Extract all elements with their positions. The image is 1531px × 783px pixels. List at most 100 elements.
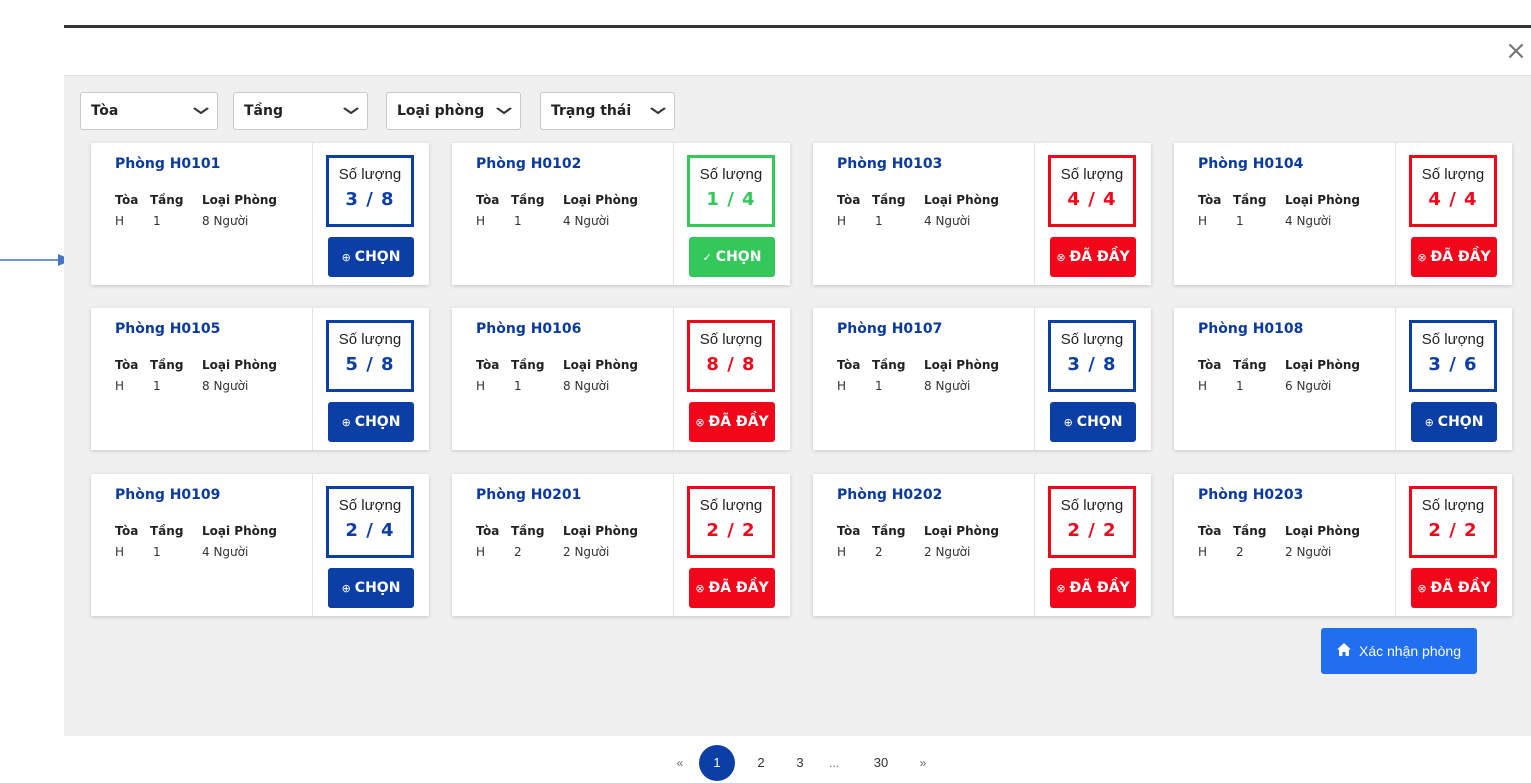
button-label: CHỌN	[354, 414, 401, 430]
room-full-button[interactable]: ⊗ ĐÃ ĐẦY	[1050, 237, 1136, 277]
occupancy-label: Số lượng	[699, 331, 763, 348]
room-type-value: 4 Người	[563, 214, 610, 228]
floor-header: Tầng	[1233, 358, 1267, 372]
select-room-button[interactable]: ⊕ CHỌN	[328, 402, 414, 442]
occupancy-count: 4 / 4	[1428, 189, 1478, 210]
occupancy-count: 2 / 2	[1428, 520, 1478, 541]
room-card: Phòng H0103 Tòa Tầng Loại Phòng H 1 4 Người Số …	[813, 143, 1151, 285]
card-divider	[673, 308, 674, 450]
room-type-value: 4 Người	[202, 545, 249, 559]
building-header: Tòa	[1198, 524, 1222, 538]
floor-header: Tầng	[872, 358, 906, 372]
occupancy-count: 3 / 6	[1428, 354, 1478, 375]
confirm-room-label: Xác nhận phòng	[1359, 643, 1461, 659]
room-type-value: 8 Người	[202, 214, 249, 228]
building-header: Tòa	[476, 358, 500, 372]
filter-label: Trạng thái	[551, 103, 632, 119]
circle-x-icon: ⊗	[1417, 581, 1427, 595]
building-value: H	[115, 379, 125, 393]
building-header: Tòa	[837, 358, 861, 372]
occupancy-box: Số lượng 3 / 8	[326, 155, 414, 227]
select-room-button[interactable]: ⊕ CHỌN	[1411, 402, 1497, 442]
check-icon: ✓	[702, 250, 712, 264]
confirm-room-button[interactable]: Xác nhận phòng	[1321, 628, 1477, 674]
close-icon[interactable]: ×	[1505, 38, 1527, 64]
floor-value: 2	[875, 545, 883, 559]
floor-value: 2	[1236, 545, 1244, 559]
building-value: H	[837, 379, 847, 393]
button-label: ĐÃ ĐẦY	[708, 580, 769, 596]
room-full-button[interactable]: ⊗ ĐÃ ĐẦY	[689, 402, 775, 442]
room-full-button[interactable]: ⊗ ĐÃ ĐẦY	[1411, 237, 1497, 277]
room-name: Phòng H0102	[476, 156, 582, 172]
card-divider	[312, 143, 313, 285]
building-header: Tòa	[476, 524, 500, 538]
next-page-button[interactable]: »	[917, 745, 929, 781]
card-divider	[1034, 474, 1035, 616]
select-room-button[interactable]: ⊕ CHỌN	[1050, 402, 1136, 442]
room-full-button[interactable]: ⊗ ĐÃ ĐẦY	[1411, 568, 1497, 608]
building-value: H	[476, 214, 486, 228]
room-card: Phòng H0102 Tòa Tầng Loại Phòng H 1 4 Người Số …	[452, 143, 790, 285]
floor-value: 1	[153, 214, 161, 228]
card-divider	[1034, 143, 1035, 285]
occupancy-count: 2 / 4	[345, 520, 395, 541]
chevron-down-icon	[650, 104, 667, 118]
floor-value: 2	[514, 545, 522, 559]
floor-header: Tầng	[872, 193, 906, 207]
page-button[interactable]: 30	[868, 745, 894, 781]
occupancy-label: Số lượng	[1421, 331, 1485, 348]
page-button[interactable]: 1	[699, 745, 735, 781]
card-divider	[1395, 143, 1396, 285]
floor-value: 1	[1236, 379, 1244, 393]
page-button[interactable]: 2	[748, 745, 774, 781]
room-full-button[interactable]: ⊗ ĐÃ ĐẦY	[1050, 568, 1136, 608]
modal-header: ×	[64, 28, 1531, 76]
filter-select-1[interactable]: Tầng	[233, 92, 368, 130]
floor-header: Tầng	[872, 524, 906, 538]
room-type-value: 2 Người	[924, 545, 971, 559]
card-divider	[1034, 308, 1035, 450]
home-icon	[1337, 643, 1351, 659]
occupancy-label: Số lượng	[338, 497, 402, 514]
room-name: Phòng H0201	[476, 487, 582, 503]
prev-page-button[interactable]: «	[674, 745, 686, 781]
occupancy-label: Số lượng	[1421, 497, 1485, 514]
filter-label: Tầng	[244, 103, 283, 119]
select-room-button[interactable]: ⊕ CHỌN	[328, 568, 414, 608]
room-type-header: Loại Phòng	[202, 193, 277, 207]
occupancy-count: 3 / 8	[1067, 354, 1117, 375]
floor-header: Tầng	[150, 358, 184, 372]
circle-x-icon: ⊗	[1056, 250, 1066, 264]
filter-select-3[interactable]: Trạng thái	[540, 92, 675, 130]
button-label: CHỌN	[354, 580, 401, 596]
button-label: CHỌN	[1437, 414, 1484, 430]
occupancy-box: Số lượng 8 / 8	[687, 320, 775, 392]
room-type-value: 8 Người	[563, 379, 610, 393]
select-room-button[interactable]: ✓ CHỌN	[689, 237, 775, 277]
room-card: Phòng H0104 Tòa Tầng Loại Phòng H 1 4 Người Số …	[1174, 143, 1512, 285]
button-label: ĐÃ ĐẦY	[1069, 580, 1130, 596]
filter-select-0[interactable]: Tòa	[80, 92, 218, 130]
room-type-value: 4 Người	[1285, 214, 1332, 228]
room-full-button[interactable]: ⊗ ĐÃ ĐẦY	[689, 568, 775, 608]
card-divider	[312, 308, 313, 450]
occupancy-label: Số lượng	[699, 497, 763, 514]
circle-x-icon: ⊗	[1056, 581, 1066, 595]
page-button[interactable]: 3	[787, 745, 813, 781]
circle-plus-icon: ⊕	[341, 250, 351, 264]
select-room-button[interactable]: ⊕ CHỌN	[328, 237, 414, 277]
circle-plus-icon: ⊕	[1424, 415, 1434, 429]
floor-value: 1	[514, 214, 522, 228]
circle-plus-icon: ⊕	[1063, 415, 1073, 429]
button-label: ĐÃ ĐẦY	[1430, 580, 1491, 596]
occupancy-box: Số lượng 2 / 4	[326, 486, 414, 558]
occupancy-box: Số lượng 2 / 2	[1409, 486, 1497, 558]
filter-select-2[interactable]: Loại phòng	[386, 92, 521, 130]
occupancy-box: Số lượng 3 / 8	[1048, 320, 1136, 392]
room-type-header: Loại Phòng	[202, 524, 277, 538]
room-name: Phòng H0109	[115, 487, 221, 503]
room-name: Phòng H0203	[1198, 487, 1304, 503]
room-name: Phòng H0101	[115, 156, 221, 172]
room-type-header: Loại Phòng	[202, 358, 277, 372]
